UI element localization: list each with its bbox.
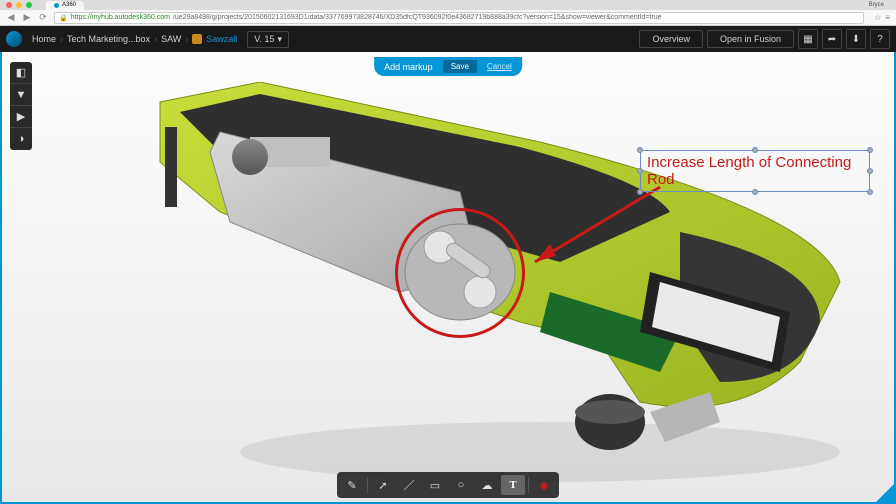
menu-icon[interactable]: ≡	[885, 13, 890, 22]
settings-tool-icon[interactable]: ◑	[10, 128, 32, 150]
app-header: Home › Tech Marketing...box › SAW › Sawz…	[0, 26, 896, 52]
url-path: /ue29a8498/g/projects/20150602131693D1/d…	[173, 14, 662, 21]
send-corner-icon[interactable]	[874, 482, 896, 504]
breadcrumb-file[interactable]: Sawzall	[206, 34, 237, 44]
version-dropdown[interactable]: V. 15 ▾	[247, 31, 289, 48]
open-in-fusion-button[interactable]: Open in Fusion	[707, 30, 794, 48]
markup-circle[interactable]	[395, 208, 525, 338]
circle-tool-icon[interactable]: ○	[449, 475, 473, 495]
chevron-right-icon: ›	[185, 34, 188, 44]
a360-logo-icon[interactable]	[6, 31, 22, 47]
resize-handle[interactable]	[752, 189, 758, 195]
grid-icon[interactable]: ▦	[798, 29, 818, 49]
rectangle-tool-icon[interactable]: ▭	[423, 475, 447, 495]
markup-text-box[interactable]: Increase Length of Connecting Rod	[640, 150, 870, 192]
address-bar[interactable]: 🔒 https://myhub.autodesk360.com /ue29a84…	[54, 12, 864, 24]
play-tool-icon[interactable]: ▶	[10, 106, 32, 128]
breadcrumb-project[interactable]: Tech Marketing...box	[67, 34, 150, 44]
reload-button[interactable]: ⟳	[38, 13, 48, 23]
cloud-tool-icon[interactable]: ☁	[475, 475, 499, 495]
markup-arrow[interactable]	[520, 182, 670, 272]
markup-toolbar: ✎ ➚ ／ ▭ ○ ☁ T ◆	[337, 472, 559, 498]
chevron-right-icon: ›	[154, 34, 157, 44]
browser-tab[interactable]: A360	[46, 1, 84, 10]
resize-handle[interactable]	[867, 147, 873, 153]
flashlight-tool-icon[interactable]: ▼	[10, 84, 32, 106]
markup-action-bar: Add markup Save Cancel	[374, 57, 522, 76]
forward-button[interactable]: ▶	[22, 13, 32, 23]
viewer-left-toolbar: ◧ ▼ ▶ ◑	[10, 62, 32, 150]
window-close-icon[interactable]	[6, 2, 12, 8]
share-icon[interactable]: ➦	[822, 29, 842, 49]
chevron-right-icon: ›	[60, 34, 63, 44]
resize-handle[interactable]	[867, 189, 873, 195]
overview-button[interactable]: Overview	[639, 30, 703, 48]
back-button[interactable]: ◀	[6, 13, 16, 23]
breadcrumb-home[interactable]: Home	[32, 34, 56, 44]
save-button[interactable]: Save	[443, 60, 477, 73]
browser-profile-label[interactable]: Bryce	[869, 2, 890, 8]
markup-text-content: Increase Length of Connecting Rod	[647, 154, 851, 188]
browser-tab-strip: A360 Bryce	[0, 0, 896, 10]
help-icon[interactable]: ?	[870, 29, 890, 49]
color-picker-icon[interactable]: ◆	[532, 475, 556, 495]
resize-handle[interactable]	[637, 168, 643, 174]
cancel-link[interactable]: Cancel	[487, 62, 512, 71]
window-minimize-icon[interactable]	[16, 2, 22, 8]
bookmark-icon[interactable]: ☆	[874, 13, 881, 22]
resize-handle[interactable]	[637, 189, 643, 195]
url-host: https://myhub.autodesk360.com	[71, 14, 170, 21]
breadcrumb-folder[interactable]: SAW	[161, 34, 181, 44]
resize-handle[interactable]	[637, 147, 643, 153]
resize-handle[interactable]	[867, 168, 873, 174]
lock-icon: 🔒	[59, 14, 68, 22]
download-icon[interactable]: ⬇	[846, 29, 866, 49]
version-label: V. 15	[254, 34, 274, 44]
line-tool-icon[interactable]: ／	[397, 475, 421, 495]
chevron-down-icon: ▾	[277, 34, 282, 45]
tab-favicon-icon	[54, 3, 59, 8]
tab-title: A360	[62, 2, 76, 8]
add-markup-label[interactable]: Add markup	[384, 62, 433, 72]
pencil-tool-icon[interactable]: ✎	[340, 475, 364, 495]
model-viewport[interactable]: Increase Length of Connecting Rod Add ma…	[0, 52, 896, 504]
arrow-tool-icon[interactable]: ➚	[371, 475, 395, 495]
resize-handle[interactable]	[752, 147, 758, 153]
file-icon	[192, 34, 202, 44]
cube-tool-icon[interactable]: ◧	[10, 62, 32, 84]
browser-toolbar: ◀ ▶ ⟳ 🔒 https://myhub.autodesk360.com /u…	[0, 10, 896, 26]
text-tool-button[interactable]: T	[501, 475, 525, 495]
window-zoom-icon[interactable]	[26, 2, 32, 8]
